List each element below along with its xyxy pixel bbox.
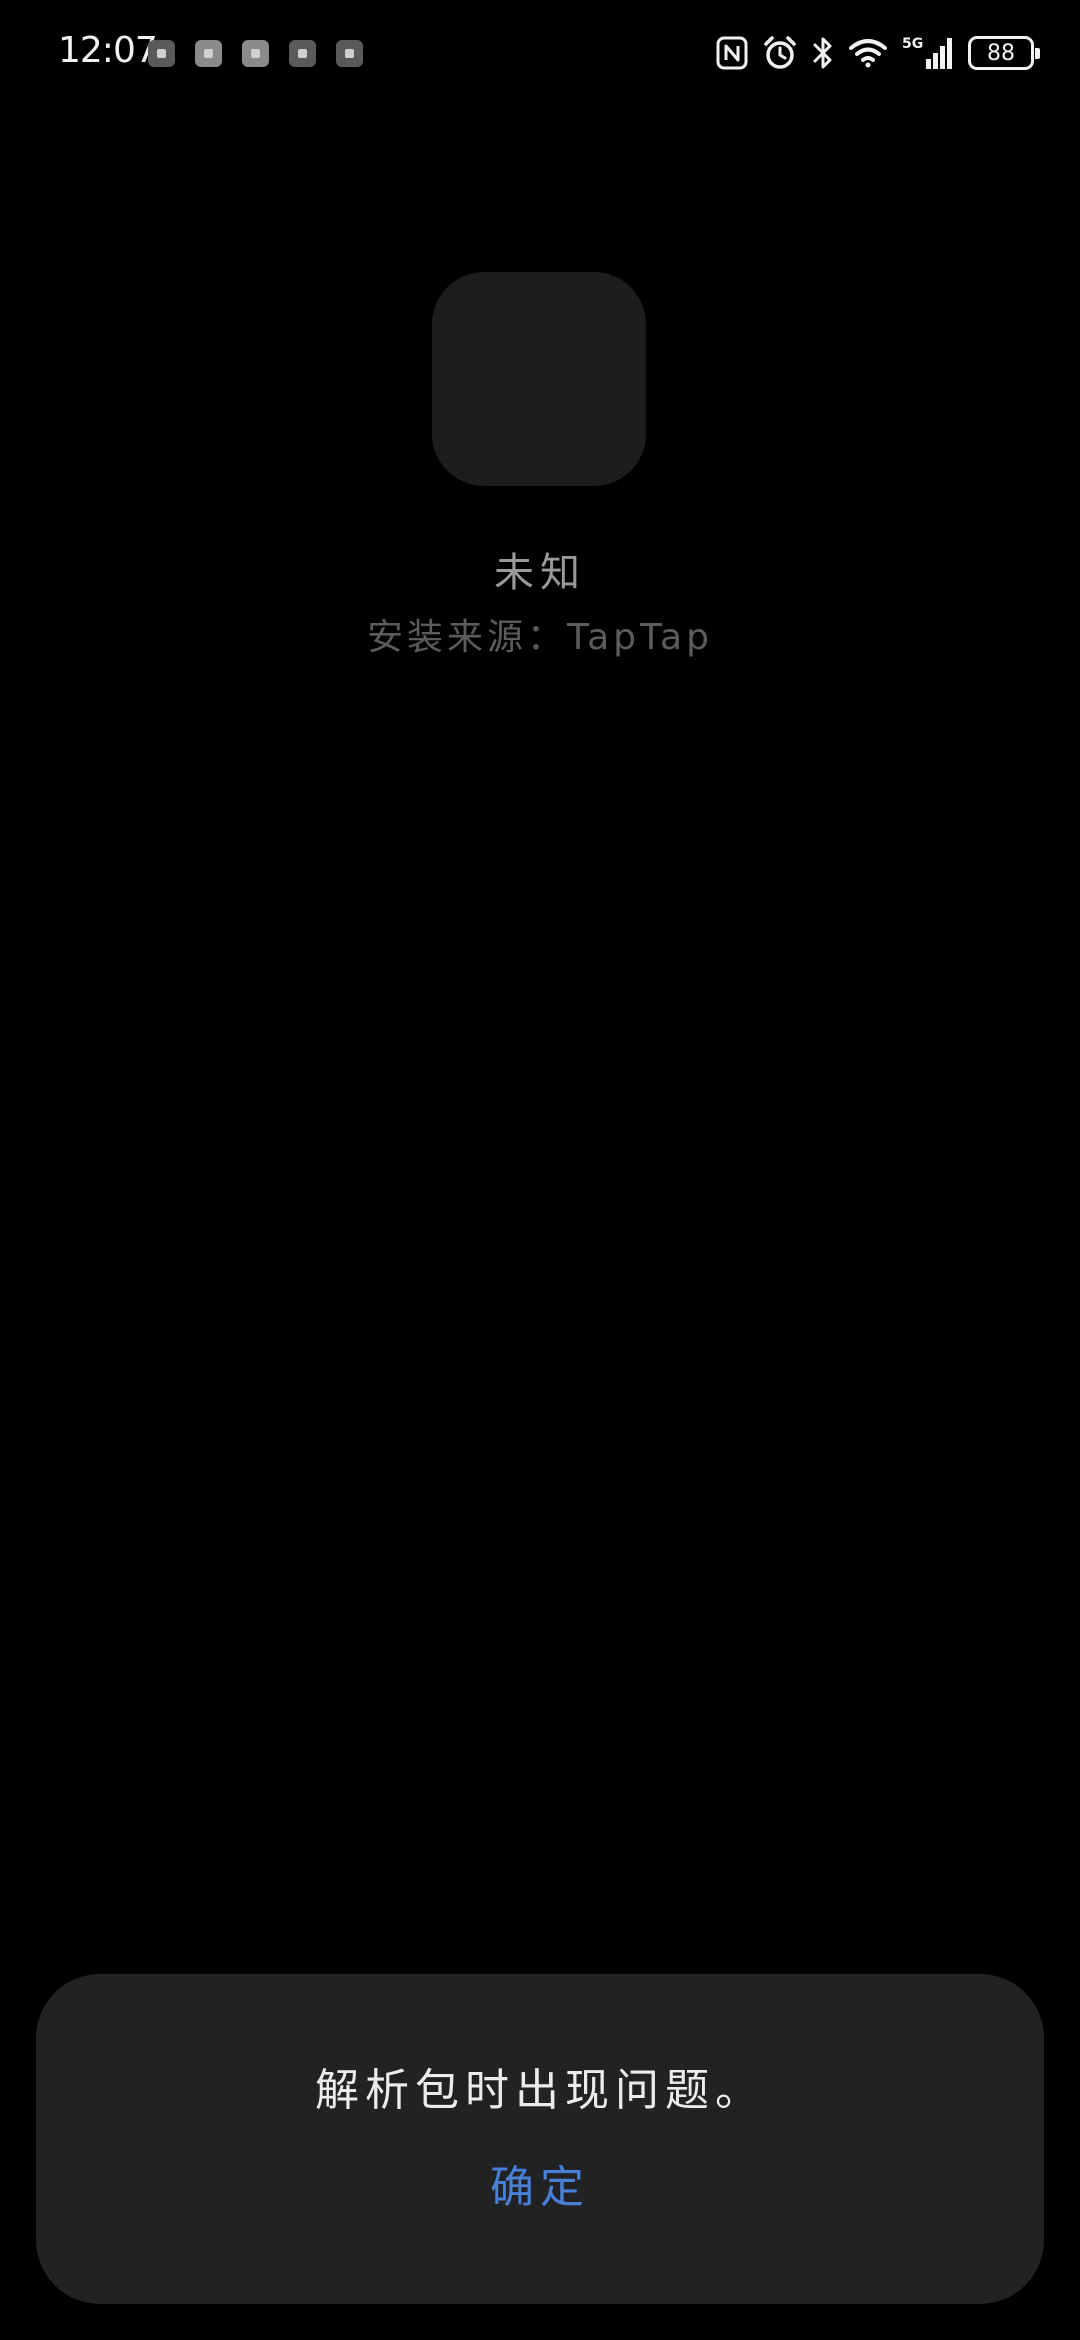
status-time: 12:07 — [58, 30, 158, 71]
dialog-message: 解析包时出现问题。 — [315, 2065, 765, 2116]
parse-error-dialog: 解析包时出现问题。 确定 — [36, 1974, 1044, 2304]
notification-icon — [148, 40, 175, 67]
alarm-icon — [762, 35, 798, 71]
notification-icons — [148, 40, 363, 67]
status-bar: 12:07 5G 88 — [0, 0, 1080, 110]
install-source: 安装来源：TapTap — [367, 617, 713, 658]
wifi-icon — [848, 37, 888, 69]
nfc-icon — [716, 36, 748, 70]
battery-level: 88 — [987, 40, 1015, 66]
bluetooth-icon — [812, 35, 834, 71]
battery-icon: 88 — [968, 36, 1040, 70]
network-type-label: 5G — [902, 36, 923, 52]
app-icon-placeholder — [432, 272, 646, 486]
notification-icon — [289, 40, 316, 67]
confirm-button[interactable]: 确定 — [440, 2142, 640, 2232]
cellular-signal-icon: 5G — [902, 35, 954, 71]
system-icons: 5G 88 — [716, 32, 1042, 74]
app-name: 未知 — [494, 550, 586, 596]
notification-icon — [195, 40, 222, 67]
notification-icon — [336, 40, 363, 67]
notification-icon — [242, 40, 269, 67]
